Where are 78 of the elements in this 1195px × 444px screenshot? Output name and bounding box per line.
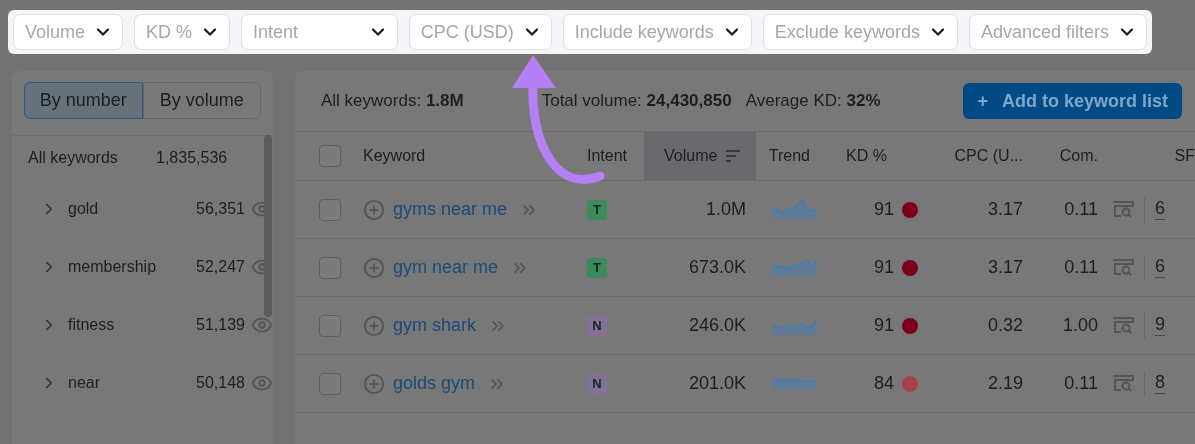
keyword-link[interactable]: gym near me	[393, 257, 499, 278]
volume-value: 1.0M	[705, 199, 746, 220]
checkbox[interactable]	[319, 145, 341, 167]
filter-dropdown[interactable]: Advanced filters	[968, 14, 1147, 50]
summary-stat: Total volume: 24,430,850	[541, 91, 732, 111]
competition-value: 1.00	[1062, 315, 1098, 336]
serp-features-icon[interactable]	[1112, 258, 1134, 277]
keyword-link[interactable]: golds gym	[393, 373, 476, 394]
serp-features-icon[interactable]	[1112, 374, 1134, 393]
intent-badge: T	[587, 199, 607, 220]
group-count: 51,139	[196, 316, 245, 334]
checkbox[interactable]	[319, 372, 341, 395]
group-count: 50,148	[196, 374, 245, 392]
plus-icon: +	[977, 90, 988, 112]
column-header[interactable]: Volume	[644, 132, 756, 181]
summary-stat: All keywords: 1.8M	[321, 91, 464, 111]
serp-features-count[interactable]: 6	[1155, 257, 1165, 278]
filter-dropdown[interactable]: Include keywords	[562, 14, 752, 50]
filter-dropdown[interactable]: Intent	[241, 14, 398, 50]
cpc-value: 3.17	[987, 257, 1023, 278]
mode-toggle[interactable]: By number	[24, 82, 143, 119]
group-label[interactable]: fitness	[68, 316, 197, 334]
kd-value: 91	[873, 199, 894, 220]
checkbox[interactable]	[319, 256, 341, 279]
summary-stat: Average KD: 32%	[745, 91, 881, 111]
group-count: 52,247	[196, 258, 245, 276]
serp-features-icon[interactable]	[1112, 200, 1134, 219]
filter-dropdown[interactable]: Volume	[13, 14, 124, 50]
group-label[interactable]: gold	[68, 200, 197, 218]
competition-value: 0.11	[1064, 373, 1098, 394]
serp-features-count[interactable]: 8	[1155, 373, 1165, 394]
serp-features-icon[interactable]	[1112, 316, 1134, 335]
add-circle-icon[interactable]	[363, 314, 385, 337]
column-header[interactable]: Trend	[756, 132, 828, 181]
volume-value: 673.0K	[688, 257, 746, 278]
intent-badge: N	[587, 315, 607, 336]
column-header[interactable]: KD %	[828, 132, 918, 181]
cpc-value: 3.17	[987, 199, 1023, 220]
scrollbar[interactable]	[264, 135, 272, 317]
sort-icon[interactable]	[725, 149, 742, 163]
competition-value: 0.11	[1064, 257, 1098, 278]
group-count: 56,351	[196, 200, 245, 218]
add-circle-icon[interactable]	[363, 198, 385, 221]
checkbox[interactable]	[319, 314, 341, 337]
trend-sparkline	[772, 377, 818, 390]
volume-value: 246.0K	[688, 315, 746, 336]
cpc-value: 2.19	[987, 373, 1023, 394]
trend-sparkline	[772, 259, 818, 276]
column-header[interactable]: CPC (U...	[918, 132, 1023, 181]
kd-value: 91	[873, 315, 894, 336]
filter-dropdown[interactable]: KD %	[134, 14, 231, 50]
add-circle-icon[interactable]	[363, 372, 385, 395]
trend-sparkline	[772, 316, 818, 335]
cpc-value: 0.32	[987, 315, 1023, 336]
trend-sparkline	[772, 200, 818, 219]
kd-value: 91	[873, 257, 894, 278]
keyword-link[interactable]: gyms near me	[393, 199, 508, 220]
volume-value: 201.0K	[688, 373, 746, 394]
group-label[interactable]: membership	[68, 258, 197, 276]
column-header[interactable]: SF	[1098, 132, 1195, 181]
group-label: All keywords	[28, 149, 119, 167]
intent-badge: N	[587, 373, 607, 394]
serp-features-count[interactable]: 9	[1155, 315, 1165, 336]
serp-features-count[interactable]: 6	[1155, 199, 1165, 220]
add-to-list-button[interactable]: + Add to keyword list	[963, 83, 1182, 119]
filter-dropdown[interactable]: CPC (USD)	[408, 14, 552, 50]
competition-value: 0.11	[1064, 199, 1098, 220]
mode-toggle[interactable]: By volume	[142, 82, 261, 119]
group-label[interactable]: near	[68, 374, 197, 392]
intent-badge: T	[587, 257, 607, 278]
add-circle-icon[interactable]	[363, 256, 385, 279]
filter-dropdown[interactable]: Exclude keywords	[762, 14, 958, 50]
column-header[interactable]: Com.	[1023, 132, 1098, 181]
kd-value: 84	[873, 373, 894, 394]
checkbox[interactable]	[319, 198, 341, 221]
keyword-link[interactable]: gym shark	[393, 315, 477, 336]
group-count: 1,835,536	[156, 149, 228, 167]
column-header[interactable]: Keyword	[347, 132, 587, 181]
